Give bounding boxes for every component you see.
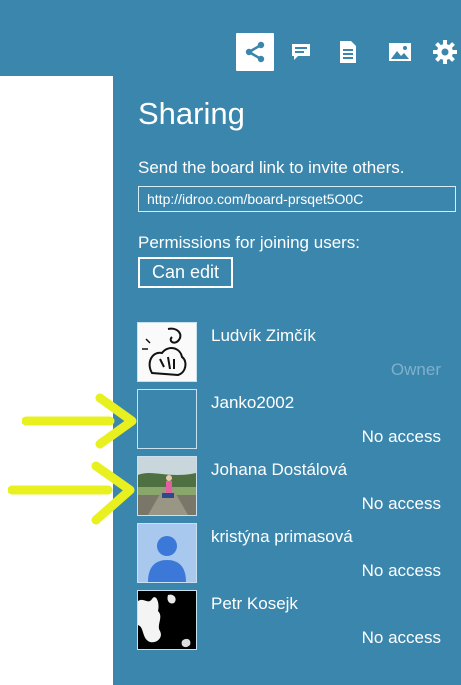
avatar [137, 456, 197, 516]
avatar [137, 322, 197, 382]
permission-dropdown[interactable]: No access [362, 628, 441, 648]
user-name: Ludvík Zimčík [211, 326, 316, 345]
avatar [137, 523, 197, 583]
list-item[interactable]: Janko2002 No access [113, 389, 461, 451]
list-item[interactable]: Johana Dostálová No access [113, 456, 461, 518]
permission-dropdown[interactable]: No access [362, 494, 441, 514]
user-role: Owner [390, 360, 441, 379]
permission-dropdown[interactable]: No access [362, 561, 441, 581]
arrow-annotation [8, 461, 135, 525]
board-link-input[interactable] [138, 186, 456, 212]
user-name: Petr Kosejk [211, 594, 298, 613]
share-icon[interactable] [236, 33, 274, 71]
list-item[interactable]: kristýna primasová No access [113, 523, 461, 585]
image-icon[interactable] [381, 33, 419, 71]
list-item[interactable]: Petr Kosejk No access [113, 590, 461, 652]
invite-label: Send the board link to invite others. [138, 158, 405, 177]
document-icon[interactable] [329, 33, 367, 71]
comment-icon[interactable] [282, 33, 320, 71]
avatar [137, 590, 197, 650]
list-item[interactable]: Ludvík Zimčík Owner [113, 322, 461, 384]
panel-title: Sharing [138, 96, 245, 131]
sharing-panel: Sharing Send the board link to invite ot… [113, 76, 461, 685]
top-toolbar [0, 0, 461, 76]
arrow-annotation [22, 393, 137, 449]
user-name: Janko2002 [211, 393, 295, 412]
permissions-label: Permissions for joining users: [138, 233, 361, 252]
permissions-button[interactable]: Can edit [138, 257, 234, 288]
user-name: kristýna primasová [211, 527, 353, 546]
avatar [137, 389, 197, 449]
permission-dropdown[interactable]: No access [362, 427, 441, 447]
user-name: Johana Dostálová [211, 460, 348, 479]
gear-icon[interactable] [426, 33, 461, 71]
